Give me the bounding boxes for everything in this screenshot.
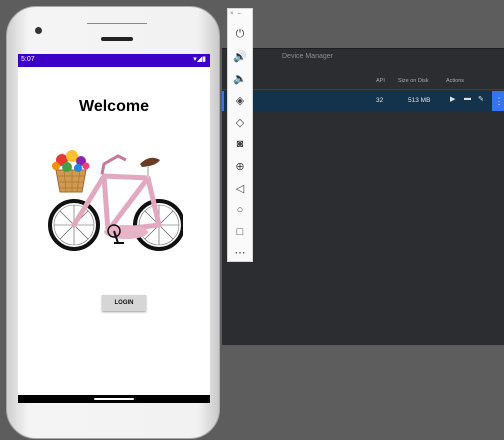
more-icon[interactable]: ⋯: [228, 243, 252, 261]
phone-frame: 5:07 ▾◢▮ Welcome LOGIN: [6, 6, 220, 439]
edit-icon[interactable]: ✎: [478, 95, 484, 103]
back-icon[interactable]: ◁: [228, 179, 252, 197]
navigation-bar: [18, 395, 210, 403]
close-icon[interactable]: ×: [230, 11, 238, 17]
front-camera: [35, 27, 42, 34]
rotate-left-icon[interactable]: ◈: [228, 91, 252, 109]
login-button[interactable]: LOGIN: [102, 295, 146, 311]
device-size: 513 MB: [408, 97, 431, 104]
device-api: 32: [376, 97, 384, 104]
more-actions-icon[interactable]: ⋮: [492, 91, 504, 111]
camera-icon[interactable]: ◙: [228, 135, 252, 153]
emulator-toolbar: ×– ⏻ 🔊 🔈 ◈ ◇ ◙ ⊕ ◁ ○ □ ⋯: [227, 8, 253, 262]
power-icon[interactable]: ⏻: [228, 25, 252, 43]
signal-battery-icon: ▾◢▮: [193, 56, 206, 63]
device-table-header: API Size on Disk Actions: [222, 75, 504, 90]
column-actions: Actions: [446, 78, 465, 84]
home-icon[interactable]: ○: [228, 201, 252, 219]
rotate-right-icon[interactable]: ◇: [228, 113, 252, 131]
home-gesture-pill[interactable]: [94, 398, 134, 400]
status-bar: 5:07 ▾◢▮: [18, 54, 210, 67]
phone-top-edge: [87, 23, 147, 24]
status-time: 5:07: [21, 56, 35, 63]
window-controls: ×–: [230, 11, 245, 17]
phone-screen: 5:07 ▾◢▮ Welcome LOGIN: [18, 54, 210, 398]
volume-down-icon[interactable]: 🔈: [228, 69, 252, 87]
overview-icon[interactable]: □: [228, 223, 252, 241]
run-icon[interactable]: ▶: [450, 95, 455, 103]
bicycle-illustration: [48, 150, 183, 251]
device-manager-window: Device Manager API Size on Disk Actions …: [222, 48, 504, 345]
column-size: Size on Disk: [398, 78, 429, 84]
welcome-heading: Welcome: [79, 98, 149, 115]
zoom-icon[interactable]: ⊕: [228, 157, 252, 175]
volume-up-icon[interactable]: 🔊: [228, 47, 252, 65]
device-manager-title: Device Manager: [282, 53, 333, 60]
device-row[interactable]: 32 513 MB ▶ ▬ ✎ ⋮: [222, 91, 504, 111]
folder-icon[interactable]: ▬: [464, 95, 471, 102]
minimize-icon[interactable]: –: [238, 11, 245, 17]
column-api: API: [376, 78, 385, 84]
earpiece-speaker: [101, 37, 133, 41]
